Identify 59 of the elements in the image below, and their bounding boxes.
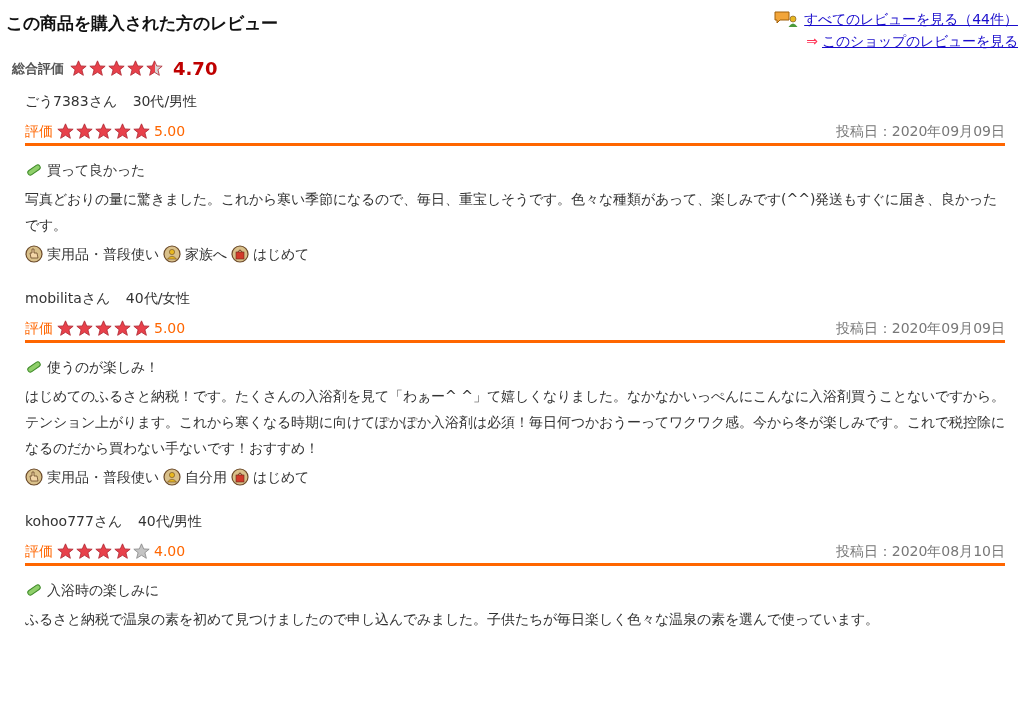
reviewer-name: mobilitaさん [25,289,110,308]
reviewer-demographic: 30代/男性 [132,92,198,111]
star-icon [114,122,131,140]
review-tag: 家族へ [185,242,227,266]
post-date: 投稿日：2020年09月09日 [835,319,1005,338]
review-link[interactable]: すべてのレビューを見る（44件） [804,8,1018,30]
star-icon [95,542,112,560]
empty-star-icon [133,542,150,560]
star-icon [76,542,93,560]
post-date: 投稿日：2020年09月09日 [835,122,1005,141]
reviewer-name: ごう7383さん [25,92,117,111]
review-text: ふるさと納税で温泉の素を初めて見つけましたので申し込んでみました。子供たちが毎日楽しく色々な温泉の素を選んで使っています。 [25,610,880,629]
star-icon [57,542,74,560]
overall-score: 4.70 [173,58,218,79]
person-icon [163,245,181,263]
review-tag: はじめて [253,465,309,489]
hand-icon [25,245,43,263]
review-tag: 実用品・普段使い [47,465,159,489]
review-tag: 実用品・普段使い [47,242,159,266]
rating-label: 評価 [25,122,53,141]
star-icon [89,60,106,77]
person-icon [163,468,181,486]
star-icon [57,319,74,337]
review-text: 写真どおりの量に驚きました。これから寒い季節になるので、毎日、重宝しそうです。色々な種類があって、楽しみです(^^)発送もすぐに届き、良かったです。 [25,190,999,235]
bag-icon [231,468,249,486]
star-icon [146,60,163,77]
rating-score: 5.00 [154,122,186,141]
star-icon [108,60,125,77]
star-icon [133,319,150,337]
reviewer-demographic: 40代/男性 [137,512,203,531]
rating-label: 評価 [25,542,53,561]
review-link[interactable]: このショップのレビューを見る [822,30,1018,52]
star-icon [95,319,112,337]
reviewer-demographic: 40代/女性 [125,289,191,308]
star-icon [76,319,93,337]
star-icon [127,60,144,77]
bag-icon [231,245,249,263]
star-icon [70,60,87,77]
post-date: 投稿日：2020年08月10日 [835,542,1005,561]
overall-label: 総合評価 [12,59,64,78]
star-icon [57,122,74,140]
reviewer-name: kohoo777さん [25,512,122,531]
rating-score: 5.00 [154,319,186,338]
star-icon [95,122,112,140]
star-icon [114,542,131,560]
star-icon [133,122,150,140]
hand-icon [25,468,43,486]
review-headline: 入浴時の楽しみに [47,581,159,600]
star-icon [114,319,131,337]
rating-score: 4.00 [154,542,186,561]
review-tag: はじめて [253,242,309,266]
star-icon [76,122,93,140]
rating-label: 評価 [25,319,53,338]
review-tag: 自分用 [185,465,227,489]
review-headline: 使うのが楽しみ！ [47,358,159,377]
section-title: この商品を購入された方のレビュー [6,12,278,35]
arrow-glyph: ⇒ [806,32,818,51]
review-headline: 買って良かった [47,161,145,180]
review-text: はじめてのふるさと納税！です。たくさんの入浴剤を見て「わぁー^ ^」て嬉しくなりました。なかなかいっぺんにこんなに入浴剤買うことないですから。テンション上がります。これから寒くなる時期に向けてぽかぽか入浴剤は必須！毎日何つかおうーってワクワク感。今から冬が楽しみです。これで税控除になるのだから買わない手ないです！おすすめ！ [25,387,1005,458]
